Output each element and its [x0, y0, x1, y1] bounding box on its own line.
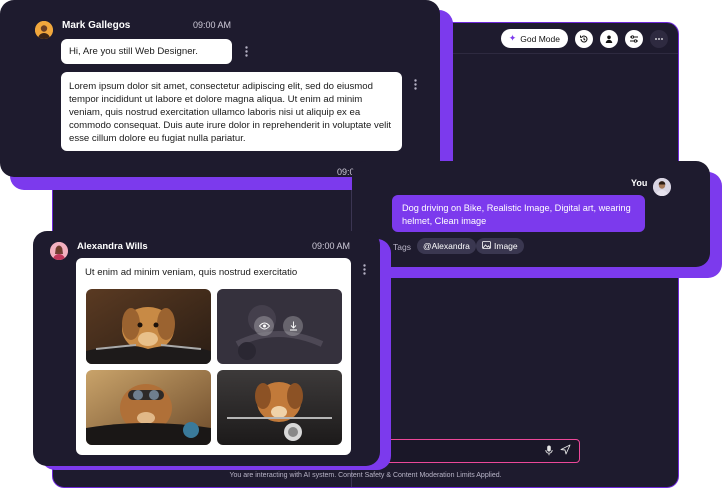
user-prompt-bubble: Dog driving on Bike, Realistic Image, Di… [392, 195, 645, 232]
message-time: 09:00 AM [193, 20, 232, 30]
sparkle-icon: ✦ [508, 33, 517, 43]
message-options-icon[interactable] [244, 46, 248, 57]
toolbar: ✦ God Mode [500, 29, 668, 48]
message-bubble-long: Lorem ipsum dolor sit amet, consectetur … [61, 72, 402, 151]
god-mode-button[interactable]: ✦ God Mode [500, 29, 568, 48]
avatar [50, 242, 68, 260]
message-options-icon[interactable] [362, 264, 366, 275]
microphone-icon[interactable] [545, 445, 553, 459]
send-icon[interactable] [560, 444, 571, 458]
history-icon[interactable] [575, 29, 593, 48]
image-icon [482, 241, 491, 251]
sender-name: You [631, 178, 648, 188]
message-card-alexandra: Alexandra Wills 09:00 AM Ut enim ad mini… [33, 231, 380, 466]
user-icon[interactable] [600, 29, 618, 48]
message-card-mark: Mark Gallegos 09:00 AM Hi, Are you still… [0, 0, 440, 177]
avatar [653, 178, 671, 196]
chat-input[interactable] [383, 439, 580, 463]
response-text: Ut enim ad minim veniam, quis nostrud ex… [85, 267, 298, 278]
tag-image-label: Image [494, 241, 518, 251]
disclaimer-text: You are interacting with AI system. Cont… [229, 472, 502, 479]
generated-image-2[interactable] [217, 289, 342, 364]
sender-name: Alexandra Wills [77, 241, 148, 252]
tags-label: Tags [393, 242, 411, 252]
settings-sliders-icon[interactable] [625, 29, 643, 48]
tag-mention[interactable]: @Alexandra [417, 238, 476, 254]
generated-image-4[interactable] [217, 370, 342, 445]
tag-image[interactable]: Image [476, 238, 524, 254]
generated-image-1[interactable] [86, 289, 211, 364]
message-bubble: Hi, Are you still Web Designer. [61, 39, 232, 64]
avatar [35, 21, 53, 39]
message-time: 09:00 AM [312, 241, 351, 251]
tag-mention-label: @Alexandra [423, 241, 470, 251]
god-mode-label: God Mode [520, 33, 560, 44]
message-card-you: You Dog driving on Bike, Realistic Image… [352, 161, 710, 267]
more-icon[interactable] [650, 29, 668, 48]
download-icon[interactable] [283, 316, 303, 336]
sender-name: Mark Gallegos [62, 20, 131, 31]
message-options-icon[interactable] [413, 79, 417, 90]
generated-image-3[interactable] [86, 370, 211, 445]
view-icon[interactable] [254, 316, 274, 336]
